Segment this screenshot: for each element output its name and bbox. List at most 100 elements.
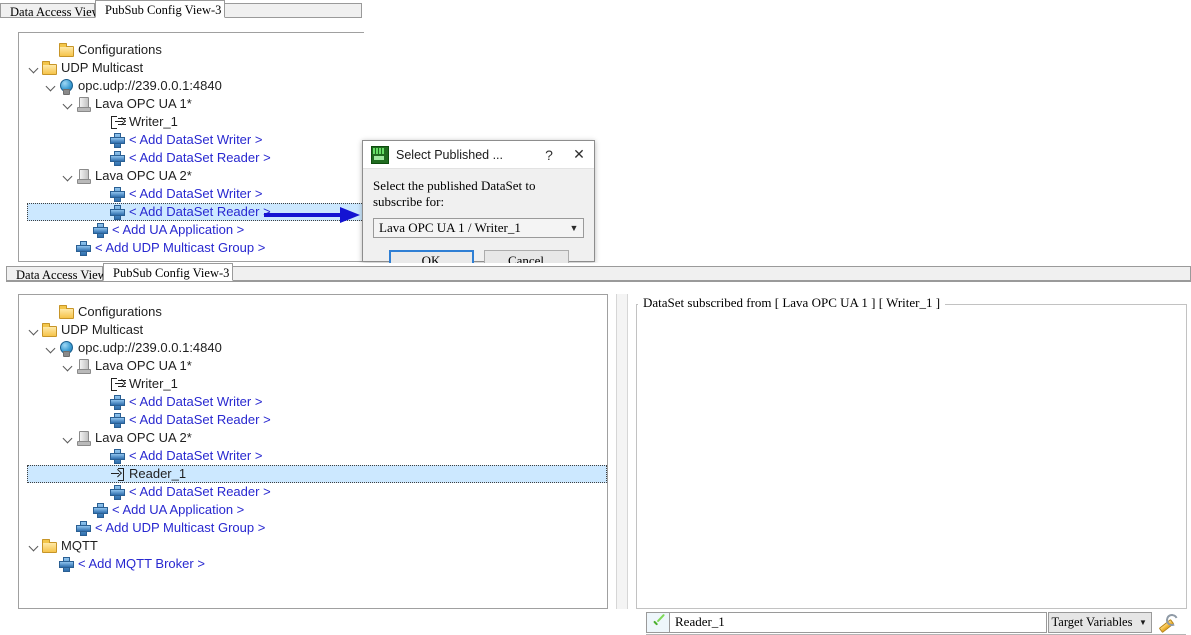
- chevron-down-icon[interactable]: [44, 341, 58, 355]
- plus-icon: [92, 502, 109, 518]
- tree-node-label: MQTT: [61, 538, 98, 553]
- chevron-down-icon: ▼: [1139, 618, 1147, 627]
- tree-node[interactable]: < Add DataSet Writer >: [27, 393, 607, 411]
- dialog-prompt-label: Select the published DataSet to subscrib…: [373, 178, 536, 209]
- plus-icon: [109, 132, 126, 148]
- dataset-group-box: [636, 304, 1187, 609]
- select-published-dataset-dialog: Select Published ... ? ✕ Select the publ…: [362, 140, 595, 271]
- plus-icon: [109, 186, 126, 202]
- tab-pubsub-config-view[interactable]: PubSub Config View-3: [95, 0, 225, 18]
- tree-node[interactable]: < Add DataSet Reader >: [27, 483, 607, 501]
- help-button[interactable]: ?: [534, 142, 564, 168]
- tree-node[interactable]: Lava OPC UA 1*: [27, 95, 364, 113]
- dataset-toolbar: Reader_1 Target Variables ▼: [646, 612, 1179, 633]
- wrench-icon[interactable]: [1155, 612, 1179, 633]
- tree-node-label: opc.udp://239.0.0.1:4840: [78, 340, 222, 355]
- tree-node-label: UDP Multicast: [61, 60, 144, 75]
- chevron-down-icon[interactable]: ▼: [565, 219, 583, 237]
- check-icon[interactable]: [646, 612, 669, 633]
- tree-node[interactable]: < Add DataSet Writer >: [27, 131, 364, 149]
- tree-node[interactable]: < Add UA Application >: [27, 221, 364, 239]
- folder-icon: [41, 60, 58, 76]
- tree-node[interactable]: UDP Multicast: [27, 59, 364, 77]
- chevron-down-icon[interactable]: [27, 539, 41, 553]
- tree-node[interactable]: Writer_1: [27, 113, 364, 131]
- chevron-down-icon[interactable]: [27, 61, 41, 75]
- tab-data-access-view-bottom[interactable]: Data Access View: [6, 266, 107, 282]
- tree-node[interactable]: < Add DataSet Writer >: [27, 185, 364, 203]
- tree-node[interactable]: MQTT: [27, 537, 607, 555]
- tree-node[interactable]: opc.udp://239.0.0.1:4840: [27, 77, 364, 95]
- plus-icon: [109, 394, 126, 410]
- dataset-name-input[interactable]: Reader_1: [669, 612, 1047, 633]
- tree-node-label: Lava OPC UA 2*: [95, 430, 192, 445]
- tree-node[interactable]: < Add DataSet Writer >: [27, 447, 607, 465]
- tree-node[interactable]: < Add MQTT Broker >: [27, 555, 607, 573]
- chevron-down-icon[interactable]: [44, 79, 58, 93]
- published-dataset-select[interactable]: Lava OPC UA 1 / Writer_1 ▼: [373, 218, 584, 238]
- target-variables-dropdown-label: Target Variables: [1051, 615, 1133, 629]
- tree-node[interactable]: < Add DataSet Reader >: [27, 411, 607, 429]
- tree-node[interactable]: opc.udp://239.0.0.1:4840: [27, 339, 607, 357]
- chevron-down-icon[interactable]: [61, 359, 75, 373]
- plus-icon: [109, 412, 126, 428]
- tab-strip-filler: [225, 3, 362, 18]
- tree-node[interactable]: Reader_1: [27, 465, 607, 483]
- tree-node[interactable]: UDP Multicast: [27, 321, 607, 339]
- tree-node-label: < Add MQTT Broker >: [78, 556, 205, 571]
- chevron-down-icon[interactable]: [61, 169, 75, 183]
- pubsub-tree-top[interactable]: Configurations UDP Multicast opc.udp://239…: [27, 41, 364, 261]
- tree-node[interactable]: Configurations: [27, 41, 364, 59]
- tree-node-label: < Add UDP Multicast Group >: [95, 520, 266, 535]
- tree-node-label: < Add DataSet Reader >: [129, 484, 271, 499]
- tree-node[interactable]: Writer_1: [27, 375, 607, 393]
- tree-node[interactable]: Lava OPC UA 2*: [27, 429, 607, 447]
- tree-node[interactable]: < Add UA Application >: [27, 501, 607, 519]
- tree-node[interactable]: Lava OPC UA 1*: [27, 357, 607, 375]
- tree-node-label: < Add DataSet Reader >: [129, 412, 271, 427]
- tree-node[interactable]: < Add UDP Multicast Group >: [27, 239, 364, 257]
- panel-splitter[interactable]: [616, 294, 628, 609]
- tree-node[interactable]: Lava OPC UA 2*: [27, 167, 364, 185]
- tree-node-label: Lava OPC UA 1*: [95, 358, 192, 373]
- server-icon: [75, 168, 92, 184]
- plus-icon: [75, 520, 92, 536]
- chevron-down-icon[interactable]: [61, 431, 75, 445]
- chevron-down-icon[interactable]: [61, 97, 75, 111]
- plus-icon: [109, 204, 126, 220]
- tree-node[interactable]: < Add DataSet Reader >: [27, 203, 364, 221]
- dialog-title-bar: Select Published ... ? ✕: [363, 141, 594, 169]
- app-icon: [371, 145, 389, 164]
- close-icon[interactable]: ✕: [564, 142, 594, 168]
- tree-node-label: UDP Multicast: [61, 322, 144, 337]
- tree-node-label: opc.udp://239.0.0.1:4840: [78, 78, 222, 93]
- tab-data-access-view[interactable]: Data Access View: [0, 3, 101, 19]
- bottom-tab-strip: Data Access View PubSub Config View-3: [6, 263, 1191, 282]
- tab-strip-filler-bottom: [233, 266, 1191, 281]
- chevron-down-icon[interactable]: [27, 323, 41, 337]
- plus-icon: [75, 240, 92, 256]
- writer-icon: [109, 114, 126, 130]
- tree-node[interactable]: < Add DataSet Reader >: [27, 149, 364, 167]
- pubsub-tree-bottom[interactable]: Configurations UDP Multicast opc.udp://239…: [27, 303, 607, 608]
- tree-node-label: < Add UDP Multicast Group >: [95, 240, 266, 255]
- plus-icon: [92, 222, 109, 238]
- plus-icon: [109, 484, 126, 500]
- tree-node-label: < Add DataSet Writer >: [129, 132, 263, 147]
- tab-pubsub-config-view-bottom[interactable]: PubSub Config View-3: [103, 263, 233, 281]
- tree-node[interactable]: Configurations: [27, 303, 607, 321]
- tree-node-label: < Add DataSet Writer >: [129, 448, 263, 463]
- top-tab-strip: Data Access View PubSub Config View-3: [0, 0, 362, 19]
- target-variables-dropdown[interactable]: Target Variables ▼: [1048, 612, 1152, 633]
- tree-node[interactable]: < Add UDP Multicast Group >: [27, 519, 607, 537]
